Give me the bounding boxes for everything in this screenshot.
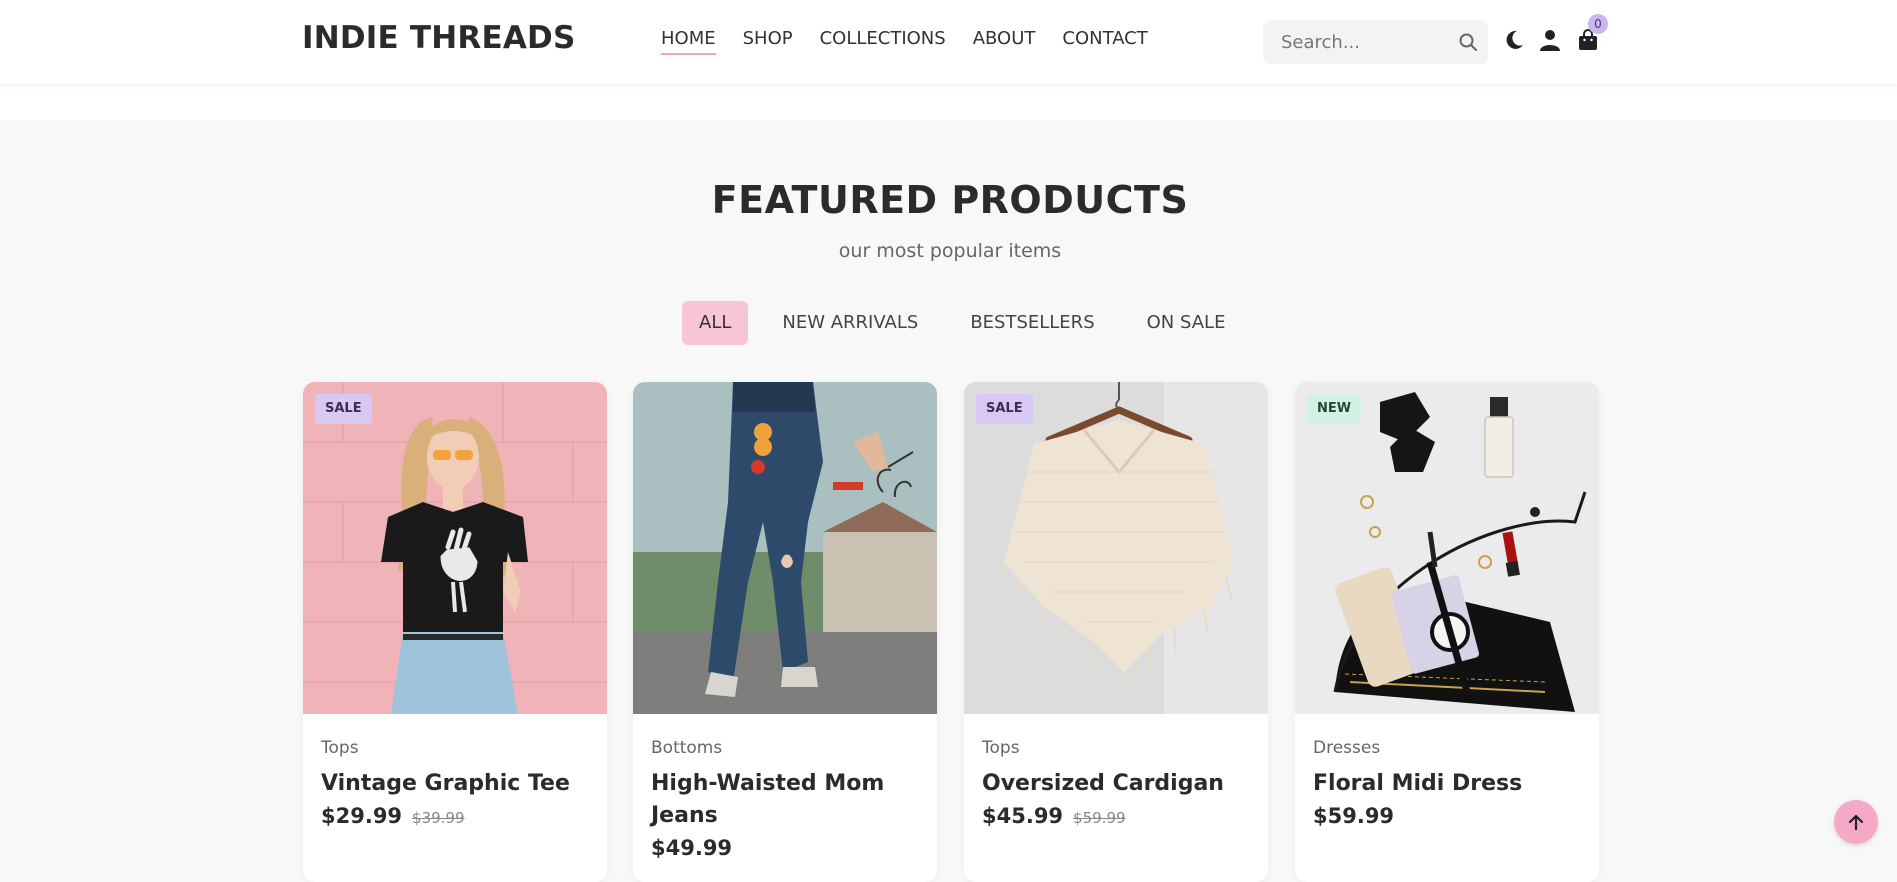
- nav-item-contact[interactable]: CONTACT: [1062, 28, 1147, 55]
- nav-item-home[interactable]: HOME: [661, 28, 716, 55]
- nav-item-collections[interactable]: COLLECTIONS: [820, 28, 946, 55]
- sale-badge: SALE: [976, 394, 1033, 424]
- product-category: Tops: [321, 738, 359, 758]
- product-card[interactable]: Bottoms High-Waisted Mom Jeans $49.99: [633, 382, 937, 882]
- price-row: $59.99: [1313, 804, 1394, 828]
- product-image[interactable]: SALE: [964, 382, 1268, 714]
- product-price: $45.99: [982, 804, 1064, 828]
- filter-new-arrivals[interactable]: NEW ARRIVALS: [764, 301, 936, 345]
- section-subtitle: our most popular items: [838, 240, 1062, 262]
- brand-logo[interactable]: INDIE THREADS: [302, 20, 576, 56]
- nav-item-shop[interactable]: SHOP: [743, 28, 793, 55]
- section-title: FEATURED PRODUCTS: [711, 178, 1189, 222]
- product-filter-tabs: ALL NEW ARRIVALS BESTSELLERS ON SALE: [682, 301, 1243, 345]
- new-badge: NEW: [1307, 394, 1362, 424]
- price-row: $49.99: [651, 836, 732, 860]
- header-spacer: [0, 84, 1897, 120]
- product-price: $49.99: [651, 836, 733, 860]
- product-card[interactable]: SALE Tops Vintage Graphic Tee $29.99 $39…: [303, 382, 607, 882]
- product-price: $59.99: [1313, 804, 1395, 828]
- product-title[interactable]: Floral Midi Dress: [1313, 768, 1583, 800]
- product-image[interactable]: SALE: [303, 382, 607, 714]
- product-image[interactable]: NEW: [1295, 382, 1599, 714]
- price-row: $45.99 $59.99: [982, 804, 1126, 828]
- moon-icon[interactable]: [1502, 28, 1526, 52]
- product-price: $29.99: [321, 804, 403, 828]
- scroll-to-top-button[interactable]: [1834, 800, 1878, 844]
- search-box: [1263, 20, 1488, 64]
- nav-item-about[interactable]: ABOUT: [973, 28, 1036, 55]
- product-title[interactable]: Vintage Graphic Tee: [321, 768, 591, 800]
- sale-badge: SALE: [315, 394, 372, 424]
- product-category: Tops: [982, 738, 1020, 758]
- site-header: INDIE THREADS HOME SHOP COLLECTIONS ABOU…: [0, 0, 1897, 84]
- arrow-up-icon: [1848, 814, 1864, 831]
- product-image[interactable]: [633, 382, 937, 714]
- main-nav: HOME SHOP COLLECTIONS ABOUT CONTACT: [661, 28, 1148, 55]
- filter-on-sale[interactable]: ON SALE: [1129, 301, 1244, 345]
- search-input[interactable]: [1281, 20, 1451, 64]
- cart-count-badge: 0: [1588, 14, 1608, 34]
- product-card[interactable]: SALE Tops Oversized Cardigan $45.99 $59.…: [964, 382, 1268, 882]
- price-row: $29.99 $39.99: [321, 804, 465, 828]
- product-card[interactable]: NEW Dresses Floral Midi Dress $59.99: [1295, 382, 1599, 882]
- product-category: Dresses: [1313, 738, 1381, 758]
- filter-bestsellers[interactable]: BESTSELLERS: [952, 301, 1112, 345]
- product-title[interactable]: Oversized Cardigan: [982, 768, 1252, 800]
- product-old-price: $39.99: [412, 809, 465, 827]
- product-title[interactable]: High-Waisted Mom Jeans: [651, 768, 921, 832]
- product-category: Bottoms: [651, 738, 723, 758]
- user-icon[interactable]: [1538, 28, 1562, 52]
- product-old-price: $59.99: [1073, 809, 1126, 827]
- search-icon[interactable]: [1458, 32, 1478, 52]
- filter-all[interactable]: ALL: [682, 301, 749, 345]
